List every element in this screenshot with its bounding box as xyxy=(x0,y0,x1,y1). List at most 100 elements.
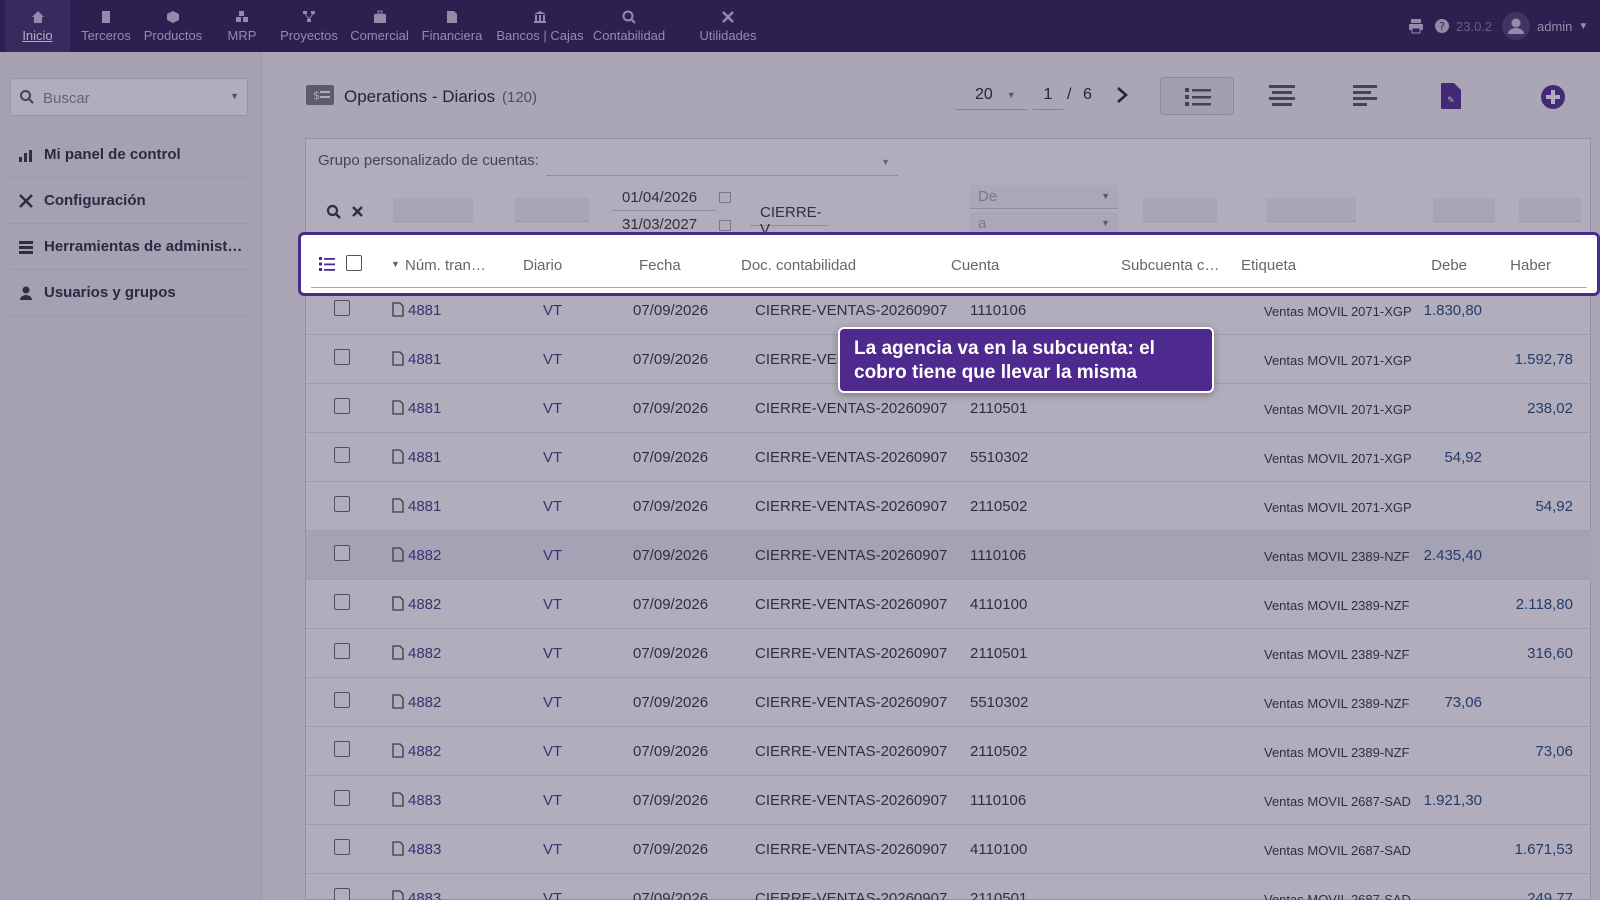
row-checkbox[interactable] xyxy=(334,839,350,855)
sidebar-item-label: Herramientas de administ… xyxy=(44,238,243,255)
topnav-item-mrp[interactable]: MRP xyxy=(221,0,263,52)
transaction-number-link[interactable]: 4883 xyxy=(408,890,441,900)
topnav-item-terceros[interactable]: Terceros xyxy=(77,0,135,52)
select-all-checkbox[interactable] xyxy=(346,255,362,271)
svg-text:$: $ xyxy=(313,89,320,102)
row-checkbox[interactable] xyxy=(334,545,350,561)
label-cell: Ventas MOVIL 2071-XGP xyxy=(1264,500,1412,515)
table-row[interactable]: 4883 VT 07/09/2026 CIERRE-VENTAS-20260907 11… xyxy=(306,776,1591,825)
filter-credit-input[interactable] xyxy=(1519,198,1581,222)
table-row[interactable]: 4883 VT 07/09/2026 CIERRE-VENTAS-20260907 21… xyxy=(306,874,1591,900)
sort-desc-icon[interactable]: ▼ xyxy=(391,259,400,269)
sidebar-search-input[interactable]: Buscar ▼ xyxy=(10,78,248,116)
filter-subaccount-input[interactable] xyxy=(1143,198,1217,222)
transaction-number-link[interactable]: 4883 xyxy=(408,792,441,809)
filter-label-input[interactable] xyxy=(1266,198,1356,222)
calendar-icon[interactable] xyxy=(719,220,731,231)
transaction-number-link[interactable]: 4882 xyxy=(408,547,441,564)
row-checkbox[interactable] xyxy=(334,643,350,659)
search-icon[interactable] xyxy=(326,204,342,225)
sidebar-item-2[interactable]: Configuración xyxy=(10,178,248,224)
filter-account-from-select[interactable]: De ▼ xyxy=(970,185,1118,209)
label-cell: Ventas MOVIL 2389-NZF xyxy=(1264,745,1410,760)
topnav-item-contabilidad[interactable]: Contabilidad xyxy=(589,0,669,52)
per-page-select[interactable]: 20 ▼ xyxy=(955,80,1027,110)
row-checkbox[interactable] xyxy=(334,447,350,463)
row-checkbox[interactable] xyxy=(334,741,350,757)
transaction-number-link[interactable]: 4881 xyxy=(408,449,441,466)
filter-debit-input[interactable] xyxy=(1433,198,1495,222)
page-input[interactable]: 1 xyxy=(1033,80,1063,110)
calendar-icon[interactable] xyxy=(719,192,731,203)
row-checkbox[interactable] xyxy=(334,692,350,708)
table-row[interactable]: 4881 VT 07/09/2026 CIERRE-VENTAS-20260907 21… xyxy=(306,482,1591,531)
column-header[interactable]: Diario xyxy=(523,257,562,274)
transaction-number-link[interactable]: 4881 xyxy=(408,400,441,417)
sidebar-item-1[interactable]: Mi panel de control xyxy=(10,132,248,178)
filter-num-input[interactable] xyxy=(393,198,473,222)
sidebar-item-4[interactable]: Usuarios y grupos xyxy=(10,270,248,316)
row-checkbox[interactable] xyxy=(334,496,350,512)
date-from-input[interactable]: 01/04/2026 xyxy=(612,185,716,211)
topnav-item-utilidades[interactable]: Utilidades xyxy=(689,0,767,52)
table-row[interactable]: 4882 VT 07/09/2026 CIERRE-VENTAS-20260907 21… xyxy=(306,727,1591,776)
row-checkbox[interactable] xyxy=(334,594,350,610)
column-header[interactable]: Cuenta xyxy=(951,257,999,274)
tour-tooltip[interactable]: La agencia va en la subcuenta: el cobro … xyxy=(838,327,1214,393)
transaction-number-link[interactable]: 4881 xyxy=(408,351,441,368)
row-checkbox[interactable] xyxy=(334,888,350,900)
user-menu[interactable]: admin ▼ xyxy=(1537,0,1588,52)
account-cell: 2110501 xyxy=(970,645,1028,662)
topnav-item-proyectos[interactable]: Proyectos xyxy=(278,0,340,52)
chevron-down-icon[interactable]: ▼ xyxy=(230,91,239,101)
svg-text:?: ? xyxy=(1439,20,1445,33)
filter-diario-input[interactable] xyxy=(515,198,589,222)
column-header[interactable]: Doc. contabilidad xyxy=(741,257,856,274)
add-new-icon[interactable] xyxy=(1540,84,1566,115)
sidebar-item-3[interactable]: Herramientas de administ… xyxy=(10,224,248,270)
column-header[interactable]: Haber xyxy=(1510,257,1551,274)
column-header[interactable]: Núm. tran… xyxy=(405,257,486,274)
table-row[interactable]: 4882 VT 07/09/2026 CIERRE-VENTAS-20260907 11… xyxy=(306,531,1591,580)
column-header[interactable]: Etiqueta xyxy=(1241,257,1296,274)
account-group-select[interactable]: ▼ xyxy=(546,148,898,176)
topnav-item-bancos-cajas[interactable]: Bancos | Cajas xyxy=(492,0,588,52)
avatar[interactable] xyxy=(1502,12,1530,40)
topnav-item-financiera[interactable]: Financiera xyxy=(418,0,486,52)
align-left-icon[interactable] xyxy=(1353,85,1379,112)
transaction-number-link[interactable]: 4883 xyxy=(408,841,441,858)
column-header[interactable]: Debe xyxy=(1431,257,1467,274)
help-icon[interactable]: ? xyxy=(1434,18,1450,34)
print-icon[interactable] xyxy=(1408,18,1424,34)
table-row[interactable]: 4882 VT 07/09/2026 CIERRE-VENTAS-20260907 41… xyxy=(306,580,1591,629)
transaction-number-link[interactable]: 4882 xyxy=(408,743,441,760)
file-invoice-icon xyxy=(445,10,459,24)
filter-doc-input[interactable]: CIERRE-V xyxy=(750,200,828,238)
transaction-number-link[interactable]: 4881 xyxy=(408,302,441,319)
topnav-item-inicio[interactable]: Inicio xyxy=(5,0,70,52)
clear-filter-icon[interactable] xyxy=(351,205,364,223)
row-checkbox[interactable] xyxy=(334,300,350,316)
row-checkbox[interactable] xyxy=(334,790,350,806)
transaction-number-link[interactable]: 4881 xyxy=(408,498,441,515)
table-row[interactable]: 4882 VT 07/09/2026 CIERRE-VENTAS-20260907 21… xyxy=(306,629,1591,678)
transaction-number-link[interactable]: 4882 xyxy=(408,645,441,662)
topnav-item-productos[interactable]: Productos xyxy=(143,0,203,52)
column-selector-icon[interactable] xyxy=(319,257,335,276)
row-checkbox[interactable] xyxy=(334,349,350,365)
row-checkbox[interactable] xyxy=(334,398,350,414)
next-page-icon[interactable] xyxy=(1115,80,1129,110)
table-row[interactable]: 4882 VT 07/09/2026 CIERRE-VENTAS-20260907 55… xyxy=(306,678,1591,727)
group-view-icon[interactable] xyxy=(1269,85,1295,112)
pdf-icon[interactable]: ✎ xyxy=(1441,83,1461,114)
topnav-label: Productos xyxy=(143,27,203,43)
column-header[interactable]: Subcuenta c… xyxy=(1121,257,1219,274)
topnav-item-comercial[interactable]: Comercial xyxy=(347,0,412,52)
transaction-number-link[interactable]: 4882 xyxy=(408,694,441,711)
column-header[interactable]: Fecha xyxy=(639,257,681,274)
header-divider xyxy=(311,287,1587,288)
table-row[interactable]: 4883 VT 07/09/2026 CIERRE-VENTAS-20260907 41… xyxy=(306,825,1591,874)
transaction-number-link[interactable]: 4882 xyxy=(408,596,441,613)
table-row[interactable]: 4881 VT 07/09/2026 CIERRE-VENTAS-20260907 55… xyxy=(306,433,1591,482)
list-view-button[interactable] xyxy=(1160,77,1234,115)
